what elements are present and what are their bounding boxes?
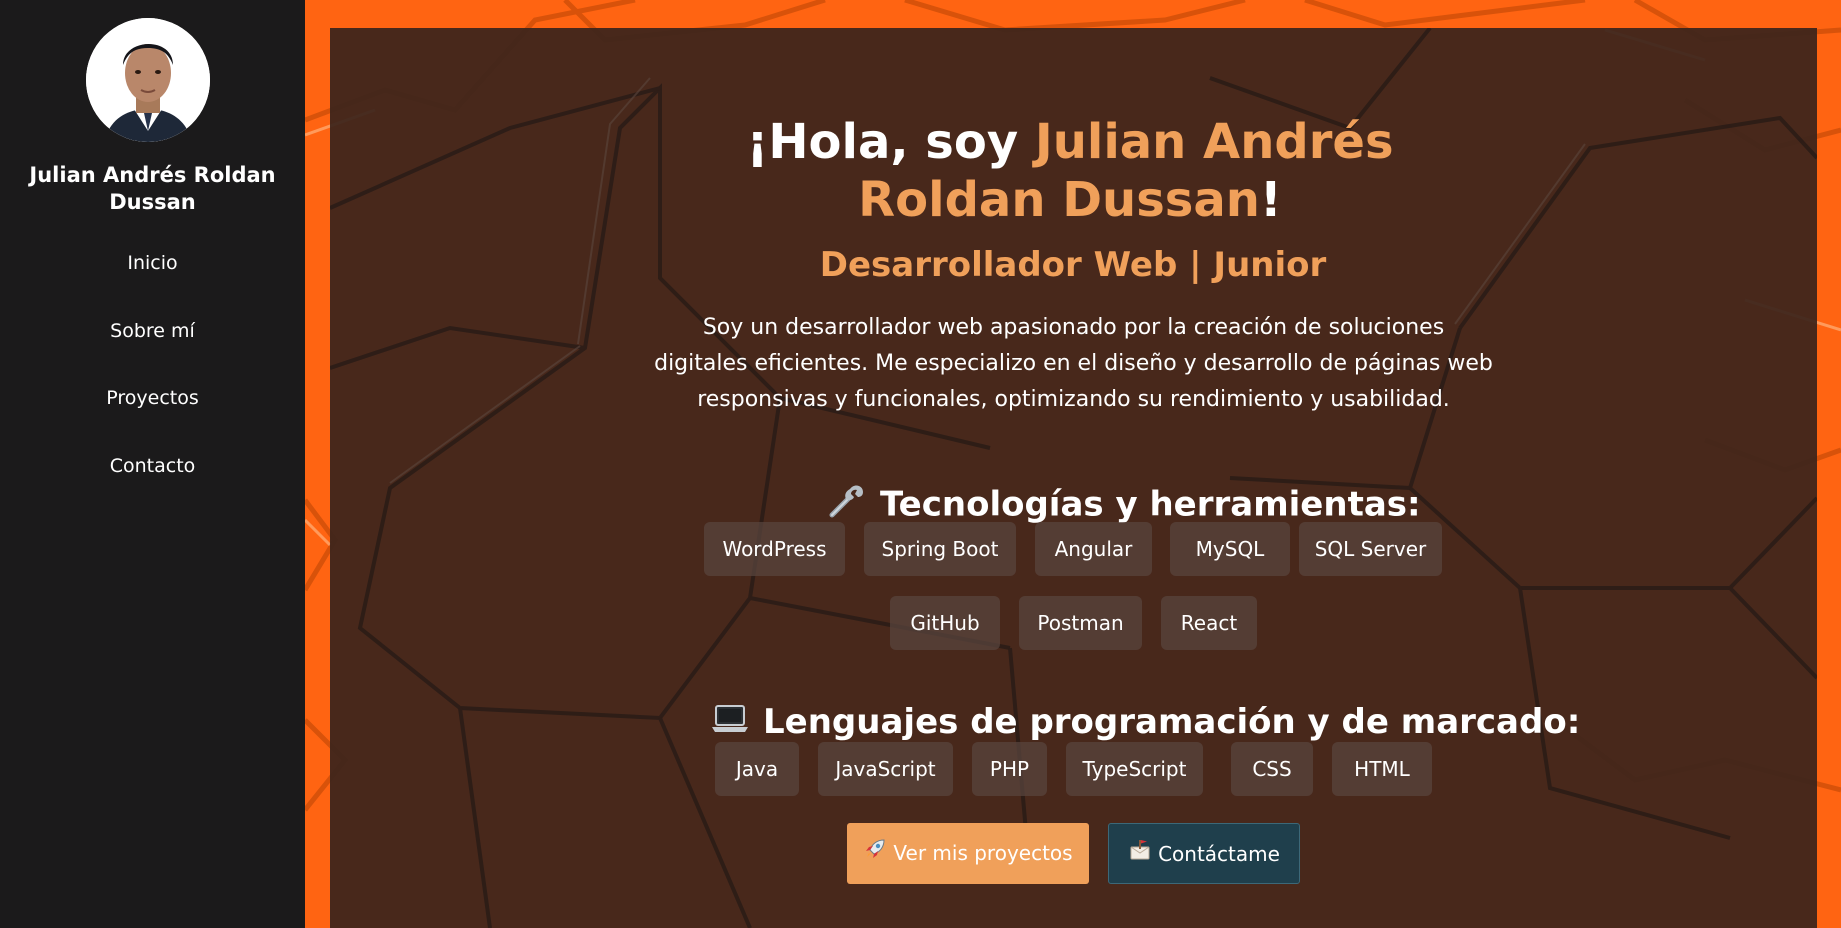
tool-pill: Spring Boot <box>864 522 1016 576</box>
tool-pill: SQL Server <box>1299 522 1442 576</box>
sidebar-profile-name: Julian Andrés Roldan Dussan <box>29 163 276 214</box>
languages-section-title: Lenguajes de programación y de marcado: <box>711 701 1580 745</box>
hero-subtitle: Desarrollador Web | Junior <box>819 245 1327 285</box>
hero-heading: ¡Hola, soy Julian Andrés Roldan Dussan! <box>660 113 1480 229</box>
tool-pill: GitHub <box>890 596 1000 650</box>
tool-pill: Angular <box>1035 522 1152 576</box>
view-projects-label: Ver mis proyectos <box>893 841 1073 865</box>
tools-title-text: Tecnologías y herramientas: <box>880 484 1421 525</box>
tool-pill: MySQL <box>1170 522 1290 576</box>
language-pill: TypeScript <box>1066 742 1203 796</box>
hero-card: ¡Hola, soy Julian Andrés Roldan Dussan! … <box>330 28 1817 928</box>
language-pill: CSS <box>1231 742 1313 796</box>
nav-item-inicio[interactable]: Inicio <box>40 250 265 276</box>
hero-content: ¡Hola, soy Julian Andrés Roldan Dussan! … <box>330 28 1817 928</box>
laptop-icon <box>711 703 749 745</box>
nav-item-proyectos[interactable]: Proyectos <box>40 385 265 411</box>
contact-label: Contáctame <box>1158 842 1280 866</box>
contact-button[interactable]: Contáctame <box>1108 823 1300 884</box>
mailbox-icon <box>1128 825 1152 886</box>
hero-exclamation: ! <box>1259 172 1282 228</box>
language-pill: JavaScript <box>818 742 953 796</box>
language-pill: HTML <box>1332 742 1432 796</box>
language-pill: Java <box>715 742 799 796</box>
rocket-icon <box>863 824 887 885</box>
profile-avatar <box>86 18 210 142</box>
tool-pill: Postman <box>1019 596 1142 650</box>
tool-pill: React <box>1161 596 1257 650</box>
hero-intro: Soy un desarrollador web apasionado por … <box>654 315 1493 412</box>
hero-greeting: ¡Hola, soy <box>746 114 1035 170</box>
language-pill: PHP <box>972 742 1047 796</box>
nav-item-contacto[interactable]: Contacto <box>40 453 265 479</box>
tool-pill: WordPress <box>704 522 845 576</box>
sidebar: Julian Andrés Roldan Dussan Inicio Sobre… <box>0 0 305 928</box>
view-projects-button[interactable]: Ver mis proyectos <box>847 823 1089 884</box>
languages-title-text: Lenguajes de programación y de marcado: <box>763 702 1581 742</box>
nav-item-sobre-mi[interactable]: Sobre mí <box>40 318 265 344</box>
